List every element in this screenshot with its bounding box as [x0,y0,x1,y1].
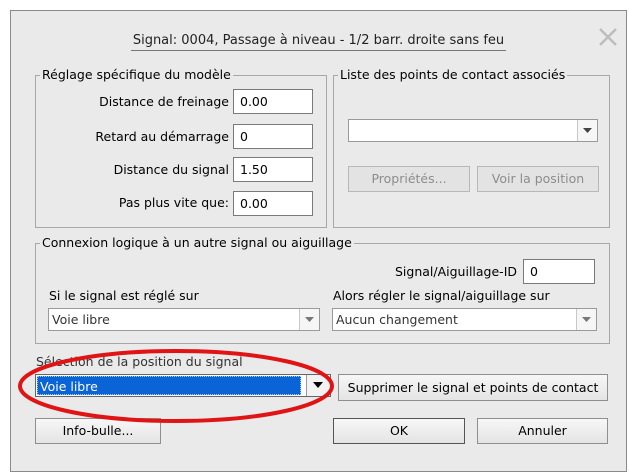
contacts-combo[interactable] [348,119,598,142]
signal-id-label: Signal/Aiguillage-ID [394,264,517,279]
chevron-down-icon[interactable] [577,120,597,141]
properties-button[interactable]: Propriétés... [348,166,470,192]
then-set-label: Alors régler le signal/aiguillage sur [333,288,550,303]
ok-button[interactable]: OK [333,418,465,444]
position-combo-value: Voie libre [37,376,301,395]
close-icon[interactable] [596,25,620,49]
contacts-legend: Liste des points de contact associés [340,67,566,82]
if-signal-value: Voie libre [52,312,110,327]
chevron-down-icon[interactable] [299,309,319,330]
if-signal-combo[interactable]: Voie libre [48,308,320,331]
chevron-down-icon[interactable] [576,309,596,330]
signal-distance-label: Distance du signal [113,162,229,177]
max-speed-label: Pas plus vite que: [118,195,229,210]
dialog-title: Signal: 0004, Passage à niveau - 1/2 bar… [11,33,626,51]
signal-distance-field[interactable]: 1.50 [233,157,313,182]
chevron-down-icon[interactable] [306,375,330,396]
delete-signal-button[interactable]: Supprimer le signal et points de contact [338,374,608,401]
logic-connection-legend: Connexion logique à un autre signal ou a… [42,235,352,250]
then-set-value: Aucun changement [336,312,458,327]
signal-id-field[interactable]: 0 [523,259,595,284]
start-delay-label: Retard au démarrage [95,129,229,144]
position-combo[interactable]: Voie libre [35,374,331,397]
tooltip-button[interactable]: Info-bulle... [35,418,161,444]
show-position-button[interactable]: Voir la position [477,166,599,192]
braking-distance-label: Distance de freinage [99,94,229,109]
position-selection-label: Sélection de la position du signal [36,354,243,369]
signal-dialog: Signal: 0004, Passage à niveau - 1/2 bar… [10,10,627,472]
braking-distance-field[interactable]: 0.00 [233,89,313,114]
start-delay-field[interactable]: 0 [233,124,313,149]
cancel-button[interactable]: Annuler [477,418,608,444]
if-signal-label: Si le signal est réglé sur [49,288,199,303]
max-speed-field[interactable]: 0.00 [233,191,313,216]
model-settings-legend: Réglage spécifique du modèle [42,67,231,82]
then-set-combo[interactable]: Aucun changement [332,308,597,331]
contacts-group: Liste des points de contact associés [333,68,610,228]
dialog-title-text: Signal: 0004, Passage à niveau - 1/2 bar… [130,33,507,51]
